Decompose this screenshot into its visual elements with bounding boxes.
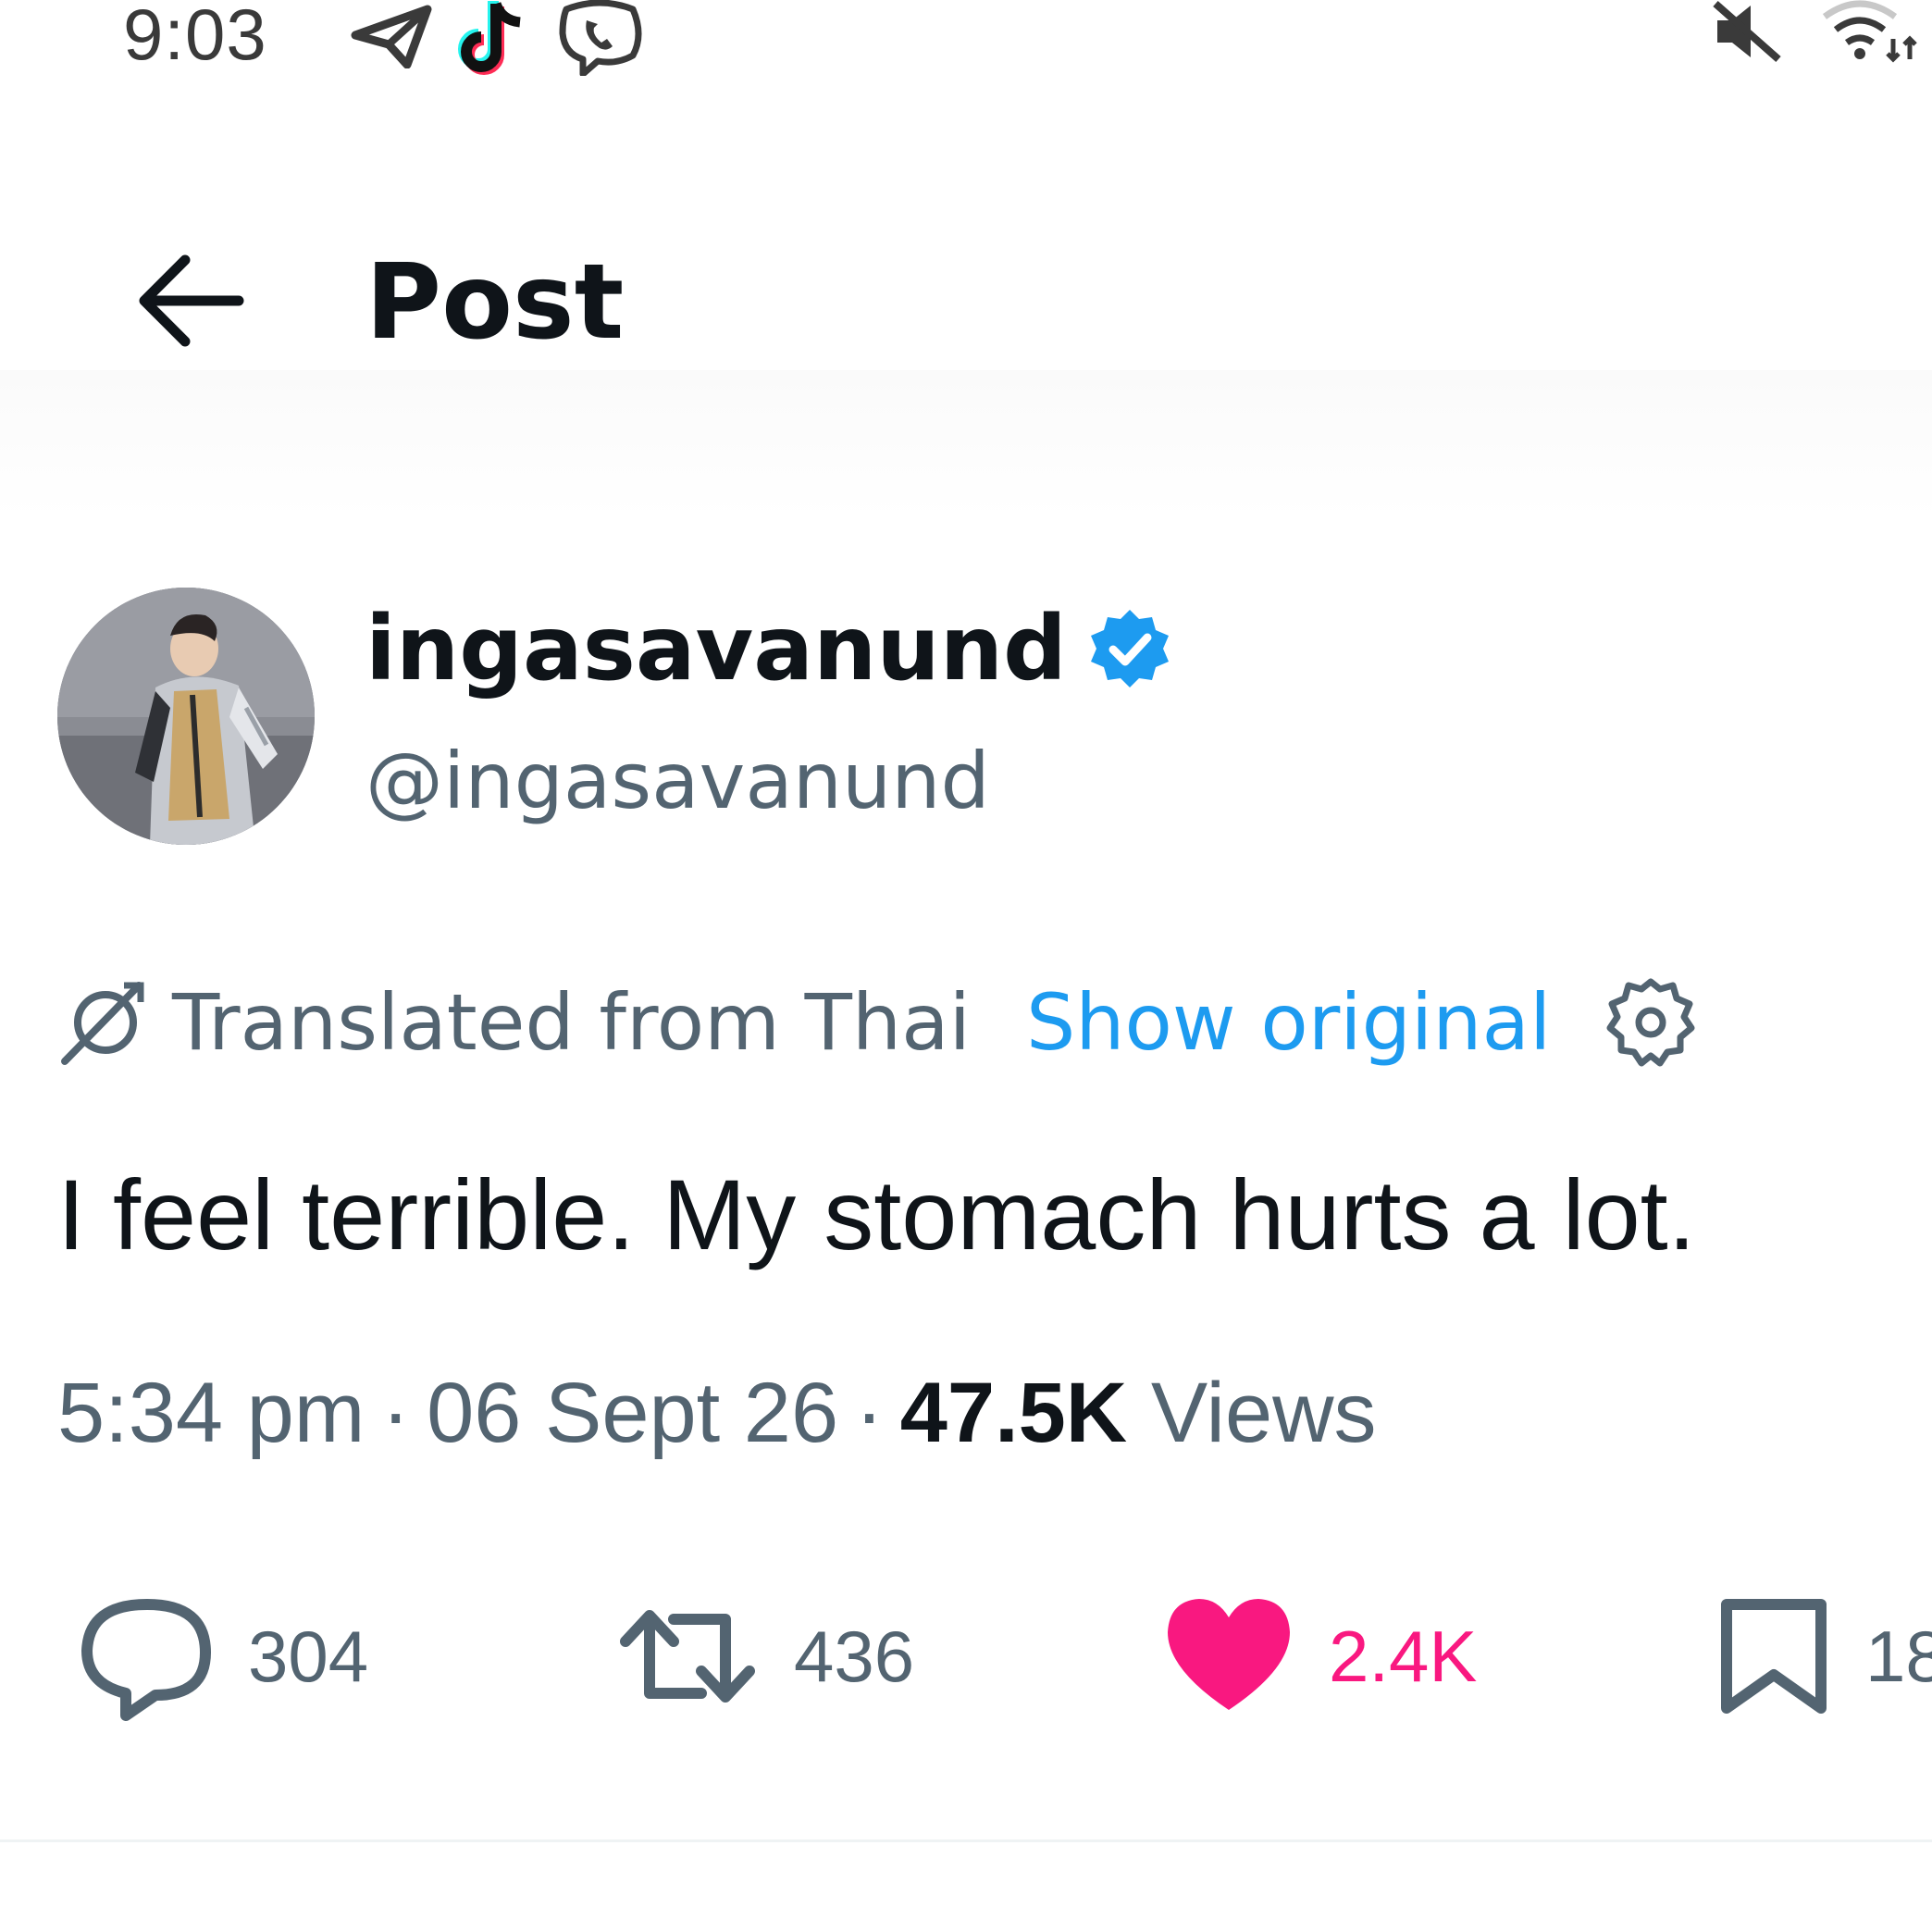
status-bar: 9:03 [0,0,1932,83]
bookmark-button[interactable]: 18 [1714,1582,1932,1730]
reply-count: 304 [248,1615,369,1697]
post-header: Post [0,185,1932,370]
meta-separator: · [381,1366,411,1460]
status-time: 9:03 [123,0,267,75]
views-count[interactable]: 47.5K [900,1366,1128,1460]
post-meta: 5:34 pm · 06 Sept 26 · 47.5K Views [57,1365,1377,1462]
mute-icon [1713,1,1781,62]
bookmark-icon [1721,1599,1827,1714]
author-display-name[interactable]: ingasavanund [365,597,1172,700]
telegram-icon [351,5,432,68]
verified-badge-icon [1090,610,1169,687]
like-button[interactable]: 2.4K [1160,1582,1477,1730]
avatar-photo [57,588,315,845]
bookmark-count: 18 [1865,1615,1932,1697]
arrow-left-icon [139,254,244,347]
repost-button[interactable]: 436 [613,1582,914,1730]
like-count: 2.4K [1329,1615,1478,1697]
translated-from-label: Translated from Thai [172,977,971,1068]
repost-icon [620,1610,755,1703]
views-label: Views [1150,1366,1377,1460]
post-text: I feel terrible. My stomach hurts a lot. [57,1158,1696,1270]
meta-separator: · [855,1366,884,1460]
header-divider [0,370,1932,518]
gear-icon[interactable] [1604,976,1697,1069]
viber-icon [559,0,642,76]
display-name-text: ingasavanund [365,597,1067,700]
page-title: Post [365,242,625,363]
post-date[interactable]: 06 Sept 26 [427,1366,838,1460]
avatar[interactable] [57,588,315,845]
post-time[interactable]: 5:34 pm [57,1366,365,1460]
tiktok-icon [458,1,521,75]
reply-button[interactable]: 304 [78,1582,368,1730]
back-button[interactable] [120,241,259,361]
show-original-link[interactable]: Show original [1026,977,1551,1068]
repost-count: 436 [794,1615,915,1697]
author-handle[interactable]: @ingasavanund [365,736,990,826]
comment-icon [81,1599,211,1721]
translation-bar: Translated from Thai Show original [57,972,1697,1073]
bottom-divider [0,1839,1932,1842]
post-actions: 304 436 2.4K 18 [0,1582,1932,1730]
heart-icon [1168,1599,1290,1710]
wifi-icon [1822,0,1917,63]
translate-icon [61,982,144,1065]
